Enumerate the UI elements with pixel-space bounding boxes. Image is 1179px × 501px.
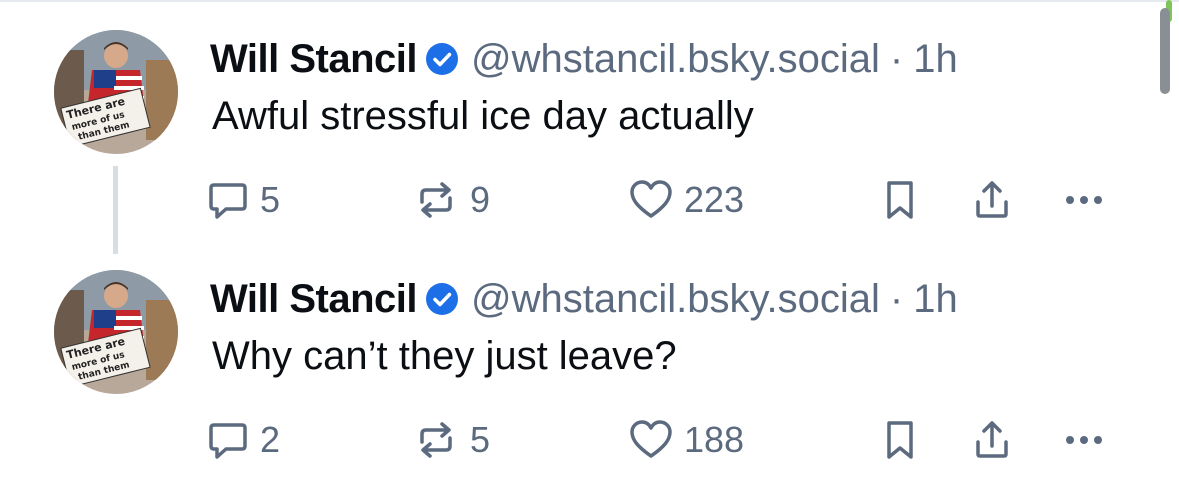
- reply-count: 5: [260, 179, 281, 220]
- reply-button[interactable]: 2: [206, 410, 280, 470]
- repost-count: 9: [470, 179, 491, 220]
- like-count: 188: [684, 419, 745, 460]
- post-actions: 5 9 223: [200, 170, 1120, 230]
- separator-dot: ·: [889, 276, 904, 321]
- more-button[interactable]: [1060, 170, 1108, 230]
- more-button[interactable]: [1060, 410, 1108, 470]
- like-button[interactable]: 223: [628, 170, 744, 230]
- avatar-photo: There are more of us than them: [54, 270, 178, 394]
- post-actions: 2 5 188: [200, 410, 1120, 470]
- share-button[interactable]: [970, 410, 1014, 470]
- share-icon: [976, 181, 1008, 218]
- more-dots-icon: [1066, 436, 1102, 444]
- bookmark-icon: [887, 421, 913, 459]
- heart-icon: [630, 420, 672, 458]
- like-count: 223: [684, 179, 745, 220]
- verified-badge-icon[interactable]: [425, 282, 459, 316]
- repost-arrows-icon: [420, 422, 452, 458]
- author-name[interactable]: Will Stancil: [210, 277, 418, 322]
- reply-button[interactable]: 5: [206, 170, 280, 230]
- bookmark-button[interactable]: [880, 410, 920, 470]
- repost-button[interactable]: 5: [412, 410, 490, 470]
- post-header: Will Stancil @whstancil.bsky.social · 1h: [210, 274, 958, 324]
- repost-count: 5: [470, 419, 491, 460]
- more-dots-icon: [1066, 196, 1102, 204]
- reply-count: 2: [260, 419, 281, 460]
- reply-bubble-icon: [209, 183, 247, 219]
- author-name[interactable]: Will Stancil: [210, 37, 418, 82]
- heart-icon: [630, 180, 672, 218]
- post-time[interactable]: 1h: [913, 37, 958, 82]
- author-handle[interactable]: @whstancil.bsky.social: [471, 37, 880, 82]
- repost-button[interactable]: 9: [412, 170, 490, 230]
- bookmark-button[interactable]: [880, 170, 920, 230]
- post-time[interactable]: 1h: [913, 277, 958, 322]
- post-text: Awful stressful ice day actually: [212, 94, 754, 138]
- avatar[interactable]: There are more of us than them: [54, 270, 178, 394]
- bookmark-icon: [887, 181, 913, 219]
- author-handle[interactable]: @whstancil.bsky.social: [471, 277, 880, 322]
- share-button[interactable]: [970, 170, 1014, 230]
- separator-dot: ·: [889, 36, 904, 81]
- post-text: Why can’t they just leave?: [212, 334, 677, 378]
- avatar[interactable]: There are more of us than them: [54, 30, 178, 154]
- scrollbar[interactable]: [1160, 8, 1170, 94]
- like-button[interactable]: 188: [628, 410, 744, 470]
- top-divider: [0, 0, 1179, 2]
- avatar-photo: There are more of us than them: [54, 30, 178, 154]
- verified-badge-icon[interactable]: [425, 42, 459, 76]
- share-icon: [976, 421, 1008, 458]
- reply-bubble-icon: [209, 423, 247, 459]
- thread-line: [113, 166, 118, 254]
- repost-arrows-icon: [420, 182, 452, 218]
- post-header: Will Stancil @whstancil.bsky.social · 1h: [210, 34, 958, 84]
